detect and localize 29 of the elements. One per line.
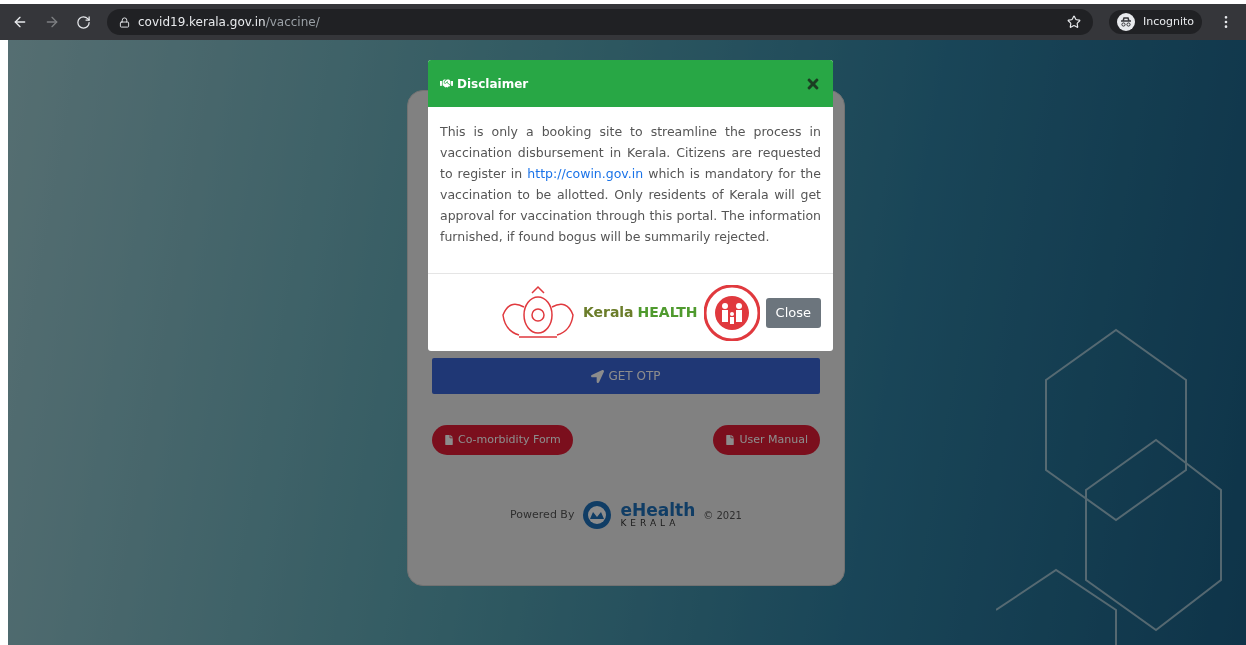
handshake-icon (440, 77, 453, 90)
health-mission-seal-icon (703, 284, 760, 341)
health-logo-text: HEALTH (637, 303, 698, 322)
forward-icon[interactable] (44, 14, 60, 30)
reload-icon[interactable] (76, 14, 91, 30)
logo-subtitle: KERALA (620, 519, 681, 528)
bookmark-star-icon[interactable] (1066, 15, 1081, 29)
file-icon (725, 435, 736, 445)
disclaimer-text: This is only a booking site to streamline the process in vaccination disbursement in Kerala. Citizens are requested to register in http://cowin.gov.in which is mandatory for the vaccination to be allotted. Only residents of Kerala will get approval for vaccination through this portal. The information furnished, if found bogus will be summarily rejected. (439, 123, 822, 246)
ehealth-logo-icon (582, 500, 613, 530)
address-bar[interactable]: covid19.kerala.gov.in/vaccine/ (107, 9, 1093, 35)
back-icon[interactable] (12, 14, 28, 30)
paper-plane-icon (591, 369, 605, 383)
profile-label: Incognito (1142, 13, 1194, 30)
logo-title: eHealth (620, 502, 696, 519)
document-link-button[interactable]: Co-morbidity Form (432, 425, 573, 455)
cowin-link[interactable]: http://cowin.gov.in (527, 166, 644, 181)
file-icon (444, 435, 454, 445)
document-link-button[interactable]: User Manual (713, 425, 820, 455)
kerala-logo-text: Kerala (582, 303, 634, 322)
dialog-title: Disclaimer (457, 75, 529, 93)
incognito-icon (1116, 13, 1135, 31)
lock-icon (119, 16, 130, 28)
get-otp-button[interactable]: GET OTP (432, 358, 820, 394)
close-button[interactable]: Close (765, 297, 821, 328)
copyright-text: © 2021 (703, 508, 742, 523)
incognito-badge[interactable]: Incognito (1108, 10, 1202, 34)
url-text: covid19.kerala.gov.in/vaccine/ (138, 14, 320, 31)
powered-by-text: Powered By (510, 506, 575, 523)
